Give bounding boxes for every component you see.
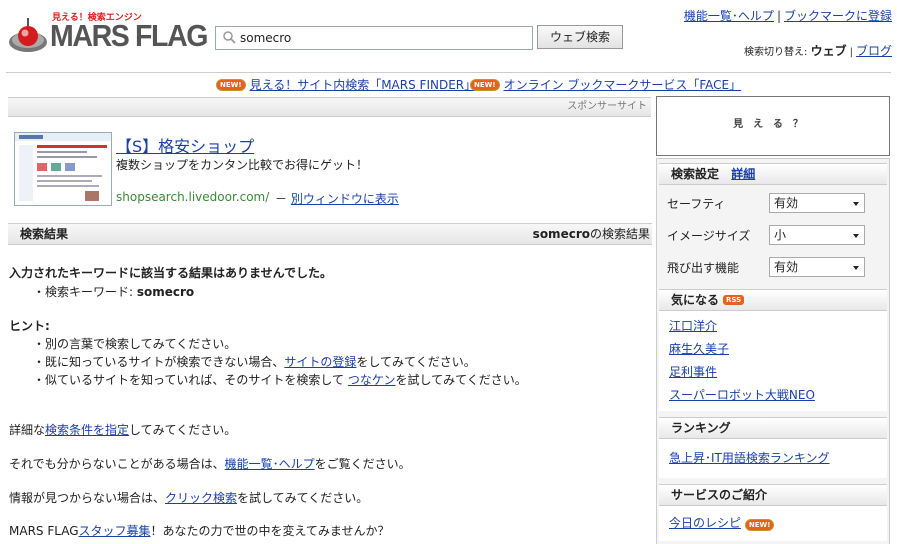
hint-2-text: ・既に知っているサイトが検索できない場合、 [33, 355, 285, 369]
service-item: 今日のレシピ NEW! [659, 512, 887, 535]
results-query-suffix: の検索結果 [589, 227, 650, 241]
promo-mars-finder: NEW! 見える！サイト内検索「MARS FINDER」 [216, 76, 476, 93]
popout-label: 飛び出す機能 [667, 260, 740, 275]
hint-3: ・似ているサイトを知っていれば、そのサイトを検索して つなケンを試してみてくださ… [33, 371, 527, 388]
ad-dash: － [275, 192, 288, 206]
help-line: それでも分からないことがある場合は、機能一覧･ヘルプをご覧ください。 [9, 455, 411, 472]
p2-text: それでも分からないことがある場合は、 [9, 457, 225, 471]
ad-url[interactable]: shopsearch.livedoor.com/ [116, 190, 269, 204]
search-icon [223, 31, 236, 44]
hint-3-suffix: を試してみてください。 [395, 373, 527, 387]
sidebar-ad-box[interactable]: 見える？ [656, 96, 890, 156]
p1-suffix: してみてください。 [129, 423, 237, 437]
ranking-header: ランキング [659, 417, 887, 439]
hint-1: ・別の言葉で検索してみてください。 [33, 337, 237, 351]
web-search-button[interactable]: ウェブ検索 [537, 25, 623, 49]
search-settings-header: 検索設定 詳細 [659, 163, 887, 185]
hint-2-suffix: をしてみてください。 [356, 355, 476, 369]
image-size-select[interactable]: 小 [769, 225, 865, 245]
promo-face-link[interactable]: オンライン ブックマークサービス「FACE」 [504, 76, 742, 93]
switch-current-web: ウェブ [810, 44, 847, 58]
services-header: サービスのご紹介 [659, 484, 887, 506]
switch-label: 検索切り替え: [744, 47, 808, 58]
recruit-line: MARS FLAGスタッフ募集！あなたの力で世の中を変えてみませんか？ [9, 522, 390, 539]
search-settings-title: 検索設定 [671, 167, 720, 181]
ad-thumbnail-image-icon [15, 133, 111, 201]
todays-recipe-link[interactable]: 今日のレシピ [669, 516, 741, 530]
search-switch: 検索切り替え: ウェブ | ブログ [744, 44, 892, 58]
settings-detail-link[interactable]: 詳細 [731, 167, 755, 181]
ad-description: 複数ショップをカンタン比較でお得にゲット！ [116, 158, 369, 172]
ad-thumbnail[interactable] [14, 132, 112, 206]
safety-label: セーフティ [667, 196, 726, 211]
safety-row: セーフティ 有効 [657, 187, 889, 219]
new-badge: NEW! [744, 519, 775, 531]
image-size-label: イメージサイズ [667, 228, 751, 243]
trend-item[interactable]: 足利事件 [659, 361, 887, 384]
popout-select[interactable]: 有効 [769, 257, 865, 277]
results-header: 検索結果 somecroの検索結果 [8, 223, 652, 245]
p3-text: 情報が見つからない場合は、 [9, 491, 166, 505]
top-links: 機能一覧･ヘルプ | ブックマークに登録 [683, 9, 892, 23]
trend-item[interactable]: 江口洋介 [659, 315, 887, 338]
promo-face: NEW! オンライン ブックマークサービス「FACE」 [470, 76, 741, 93]
results-query-summary: somecroの検索結果 [533, 224, 650, 244]
new-badge: NEW! [470, 78, 500, 91]
keyword-label: ・検索キーワード: [33, 285, 137, 299]
sponsor-bar: スポンサーサイト [8, 97, 651, 117]
trend-item[interactable]: スーパーロボット大戦NEO [659, 384, 887, 407]
p1-text: 詳細な [9, 423, 46, 437]
advanced-search-line: 詳細な検索条件を指定してみてください。 [9, 421, 236, 438]
site-register-link[interactable]: サイトの登録 [284, 355, 356, 369]
ad-title-link[interactable]: 【S】格安ショップ [116, 133, 254, 157]
ranking-link[interactable]: 急上昇･IT用語検索ランキング [659, 447, 887, 470]
help-link[interactable]: 機能一覧･ヘルプ [225, 457, 315, 471]
keyword-line: ・検索キーワード: somecro [33, 283, 194, 300]
p4-text: MARS FLAG [9, 524, 79, 538]
hint-3-text: ・似ているサイトを知っていれば、そのサイトを検索して [33, 373, 348, 387]
new-badge: NEW! [216, 78, 246, 91]
hint-2: ・既に知っているサイトが検索できない場合、サイトの登録をしてみてください。 [33, 353, 476, 370]
search-box [215, 26, 533, 50]
add-bookmark-link[interactable]: ブックマークに登録 [784, 9, 892, 23]
click-search-line: 情報が見つからない場合は、クリック検索を試してみてください。 [9, 489, 368, 506]
advanced-search-link[interactable]: 検索条件を指定 [45, 423, 129, 437]
tsunaken-link[interactable]: つなケン [348, 373, 396, 387]
no-result-message: 入力されたキーワードに該当する結果はありませんでした。 [9, 266, 333, 280]
logo-text[interactable]: MARS FLAG [50, 18, 208, 54]
header-divider [6, 72, 891, 73]
staff-recruit-link[interactable]: スタッフ募集 [79, 524, 151, 538]
switch-blog-link[interactable]: ブログ [856, 44, 892, 58]
safety-select[interactable]: 有効 [769, 193, 865, 213]
image-size-row: イメージサイズ 小 [657, 219, 889, 251]
results-title: 検索結果 [20, 227, 69, 241]
open-new-window-link[interactable]: 別ウィンドウに表示 [291, 192, 399, 206]
p2-suffix: をご覧ください。 [314, 457, 411, 471]
ad-newwindow: － 別ウィンドウに表示 [275, 190, 399, 207]
promo-mars-finder-link[interactable]: 見える！サイト内検索「MARS FINDER」 [250, 76, 477, 93]
p3-suffix: を試してみてください。 [237, 491, 369, 505]
p4-suffix: ！あなたの力で世の中を変えてみませんか？ [150, 524, 390, 538]
sidebar: 検索設定 詳細 セーフティ 有効 イメージサイズ 小 飛び出す機能 有効 気にな… [656, 158, 890, 544]
keyword-value: somecro [136, 285, 195, 299]
hint-title: ヒント: [9, 319, 50, 333]
click-search-link[interactable]: クリック検索 [165, 491, 237, 505]
results-query: somecro [532, 227, 590, 241]
search-input[interactable] [240, 31, 520, 45]
trend-title: 気になる [671, 293, 720, 307]
features-help-link[interactable]: 機能一覧･ヘルプ [684, 9, 774, 23]
mars-flag-logo-icon[interactable] [8, 16, 48, 56]
trend-item[interactable]: 麻生久美子 [659, 338, 887, 361]
popout-row: 飛び出す機能 有効 [657, 251, 889, 283]
trend-header: 気になる RSS [659, 289, 887, 311]
rss-icon[interactable]: RSS [723, 295, 745, 305]
